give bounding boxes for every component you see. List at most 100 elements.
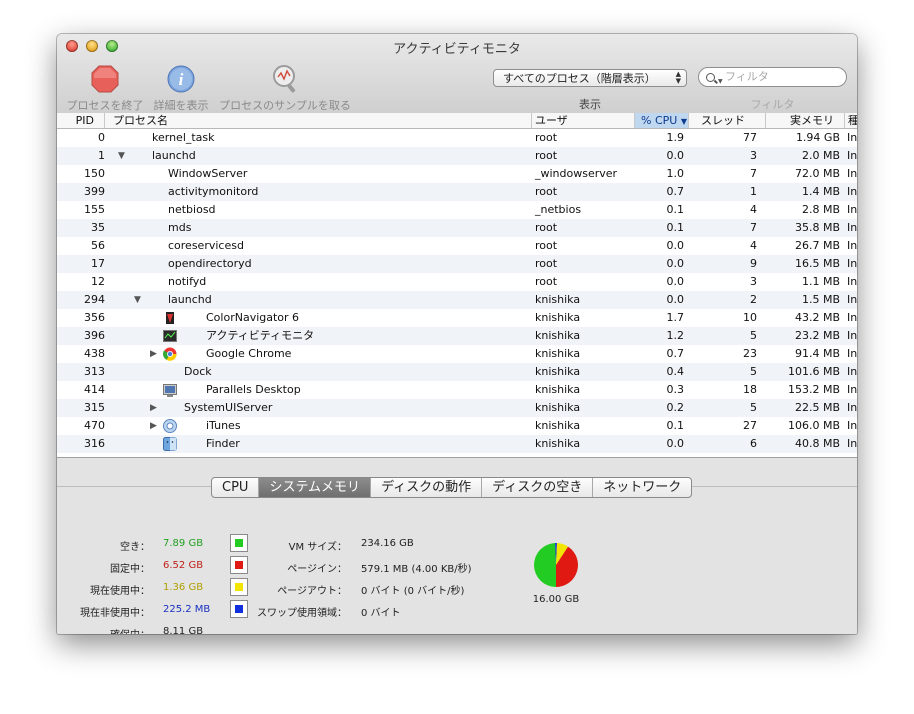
inspect-button[interactable]: i 詳細を表示 bbox=[151, 64, 211, 113]
pid-cell: 56 bbox=[91, 239, 105, 252]
kind-cell: In bbox=[847, 131, 857, 144]
threads-cell: 5 bbox=[750, 365, 757, 378]
table-row[interactable]: 438 ▶ Google Chrome knishika 0.7 23 91.4 MB In bbox=[57, 345, 857, 363]
cpu-cell: 0.0 bbox=[666, 239, 685, 252]
table-row[interactable]: 155 netbiosd _netbios 0.1 4 2.8 MB In bbox=[57, 201, 857, 219]
user-cell: _windowserver bbox=[535, 167, 618, 180]
user-cell: root bbox=[535, 221, 558, 234]
active-label: 現在使用中： bbox=[90, 586, 150, 597]
column-header-user[interactable]: ユーザ bbox=[532, 113, 635, 128]
search-menu-icon: ▼ bbox=[718, 78, 723, 85]
user-cell: root bbox=[535, 185, 558, 198]
cpu-cell: 0.7 bbox=[666, 347, 685, 360]
cpu-cell: 1.7 bbox=[666, 311, 685, 324]
table-row[interactable]: 150 WindowServer _windowserver 1.0 7 72.0 MB I… bbox=[57, 165, 857, 183]
tab-system-memory[interactable]: システムメモリ bbox=[259, 478, 372, 497]
active-value: 1.36 GB bbox=[163, 582, 204, 593]
filter-label: フィルタ bbox=[750, 98, 795, 111]
used-label: 確保中： bbox=[57, 626, 150, 634]
tab-network[interactable]: ネットワーク bbox=[593, 478, 691, 497]
process-name-cell: launchd bbox=[152, 149, 196, 162]
tab-disk-activity[interactable]: ディスクの動作 bbox=[371, 478, 483, 497]
process-name-cell: activitymonitord bbox=[168, 185, 259, 198]
table-row[interactable]: 1 ▼ launchd root 0.0 3 2.0 MB In bbox=[57, 147, 857, 165]
real-memory-cell: 2.8 MB bbox=[801, 203, 840, 216]
column-header-kind[interactable]: 種 bbox=[845, 113, 857, 128]
inactive-value: 225.2 MB bbox=[163, 604, 211, 615]
column-header-pid[interactable]: PID bbox=[57, 113, 105, 128]
tab-cpu[interactable]: CPU bbox=[212, 478, 260, 497]
real-memory-cell: 2.0 MB bbox=[801, 149, 840, 162]
table-row[interactable]: 414 Parallels Desktop knishika 0.3 18 153.2 M… bbox=[57, 381, 857, 399]
table-row[interactable]: 35 mds root 0.1 7 35.8 MB In bbox=[57, 219, 857, 237]
pid-cell: 12 bbox=[91, 275, 105, 288]
pid-cell: 35 bbox=[91, 221, 105, 234]
process-name-cell: launchd bbox=[168, 293, 212, 306]
process-filter-select[interactable]: すべてのプロセス（階層表示） ▲ ▼ bbox=[493, 69, 687, 87]
tab-disk-usage[interactable]: ディスクの空き bbox=[482, 478, 594, 497]
pid-cell: 17 bbox=[91, 257, 105, 270]
cpu-cell: 0.7 bbox=[666, 185, 685, 198]
disclosure-collapsed-icon[interactable]: ▶ bbox=[150, 345, 157, 363]
cpu-cell: 0.4 bbox=[666, 365, 685, 378]
user-cell: knishika bbox=[535, 401, 581, 414]
table-row[interactable]: 294 ▼ launchd knishika 0.0 2 1.5 MB In bbox=[57, 291, 857, 309]
kind-cell: In bbox=[847, 239, 857, 252]
table-row[interactable]: 17 opendirectoryd root 0.0 9 16.5 MB In bbox=[57, 255, 857, 273]
process-name-cell: WindowServer bbox=[168, 167, 248, 180]
vm-size-label: VM サイズ： bbox=[288, 542, 347, 553]
cpu-cell: 0.0 bbox=[666, 275, 685, 288]
threads-cell: 77 bbox=[743, 131, 757, 144]
kind-cell: In bbox=[847, 437, 857, 450]
cpu-cell: 0.2 bbox=[666, 401, 685, 414]
disclosure-expanded-icon[interactable]: ▼ bbox=[118, 147, 125, 165]
table-row[interactable]: 399 activitymonitord root 0.7 1 1.4 MB In bbox=[57, 183, 857, 201]
sort-descending-icon: ▼ bbox=[680, 117, 687, 126]
kind-cell: In bbox=[847, 149, 857, 162]
real-memory-cell: 1.4 MB bbox=[801, 185, 840, 198]
column-header-process-name[interactable]: プロセス名 bbox=[105, 113, 532, 128]
kind-cell: In bbox=[847, 221, 857, 234]
cpu-cell: 1.9 bbox=[666, 131, 685, 144]
real-memory-cell: 22.5 MB bbox=[794, 401, 840, 414]
pid-cell: 155 bbox=[84, 203, 105, 216]
cpu-cell: 0.1 bbox=[666, 203, 685, 216]
pid-cell: 150 bbox=[84, 167, 105, 180]
threads-cell: 5 bbox=[750, 329, 757, 342]
column-header-real-memory[interactable]: 実メモリ bbox=[766, 113, 845, 128]
popup-arrows-icon: ▲ ▼ bbox=[675, 70, 681, 85]
user-cell: knishika bbox=[535, 311, 581, 324]
svg-text:i: i bbox=[179, 70, 184, 89]
table-row[interactable]: 0 kernel_task root 1.9 77 1.94 GB In bbox=[57, 129, 857, 147]
quit-process-button[interactable]: プロセスを終了 bbox=[65, 64, 145, 113]
table-row[interactable]: 356 ColorNavigator 6 knishika 1.7 10 43.2 MB I… bbox=[57, 309, 857, 327]
process-name-cell: iTunes bbox=[206, 419, 241, 432]
vm-size-value: 234.16 GB bbox=[361, 538, 414, 549]
filter-search-field[interactable]: ▼ フィルタ bbox=[698, 67, 847, 87]
column-header-cpu[interactable]: % CPU ▼ bbox=[635, 113, 689, 128]
table-row[interactable]: 313 Dock knishika 0.4 5 101.6 MB In bbox=[57, 363, 857, 381]
table-row[interactable]: 12 notifyd root 0.0 3 1.1 MB In bbox=[57, 273, 857, 291]
sample-process-button[interactable]: プロセスのサンプルを取る bbox=[217, 64, 353, 113]
table-row[interactable]: 470 ▶ iTunes knishika 0.1 27 106.0 MB In bbox=[57, 417, 857, 435]
bottom-panel: CPU システムメモリ ディスクの動作 ディスクの空き ネットワーク 空き： 7… bbox=[57, 457, 857, 634]
threads-cell: 3 bbox=[750, 149, 757, 162]
threads-cell: 18 bbox=[743, 383, 757, 396]
column-header-threads[interactable]: スレッド bbox=[689, 113, 766, 128]
kind-cell: In bbox=[847, 257, 857, 270]
table-row[interactable]: 315 ▶ SystemUIServer knishika 0.2 5 22.5 MB In bbox=[57, 399, 857, 417]
pid-cell: 294 bbox=[84, 293, 105, 306]
process-name-cell: opendirectoryd bbox=[168, 257, 252, 270]
disclosure-expanded-icon[interactable]: ▼ bbox=[134, 291, 141, 309]
table-header: PID プロセス名 ユーザ % CPU ▼ スレッド 実メモリ 種 bbox=[57, 113, 857, 129]
pid-cell: 1 bbox=[98, 149, 105, 162]
real-memory-cell: 26.7 MB bbox=[794, 239, 840, 252]
real-memory-cell: 40.8 MB bbox=[794, 437, 840, 450]
column-header-cpu-label: % CPU bbox=[641, 114, 678, 127]
pid-cell: 399 bbox=[84, 185, 105, 198]
table-row[interactable]: 396 アクティビティモニタ knishika 1.2 5 23.2 MB In bbox=[57, 327, 857, 345]
disclosure-collapsed-icon[interactable]: ▶ bbox=[150, 399, 157, 417]
table-row[interactable]: 316 Finder knishika 0.0 6 40.8 MB In bbox=[57, 435, 857, 453]
table-row[interactable]: 56 coreservicesd root 0.0 4 26.7 MB In bbox=[57, 237, 857, 255]
disclosure-collapsed-icon[interactable]: ▶ bbox=[150, 417, 157, 435]
